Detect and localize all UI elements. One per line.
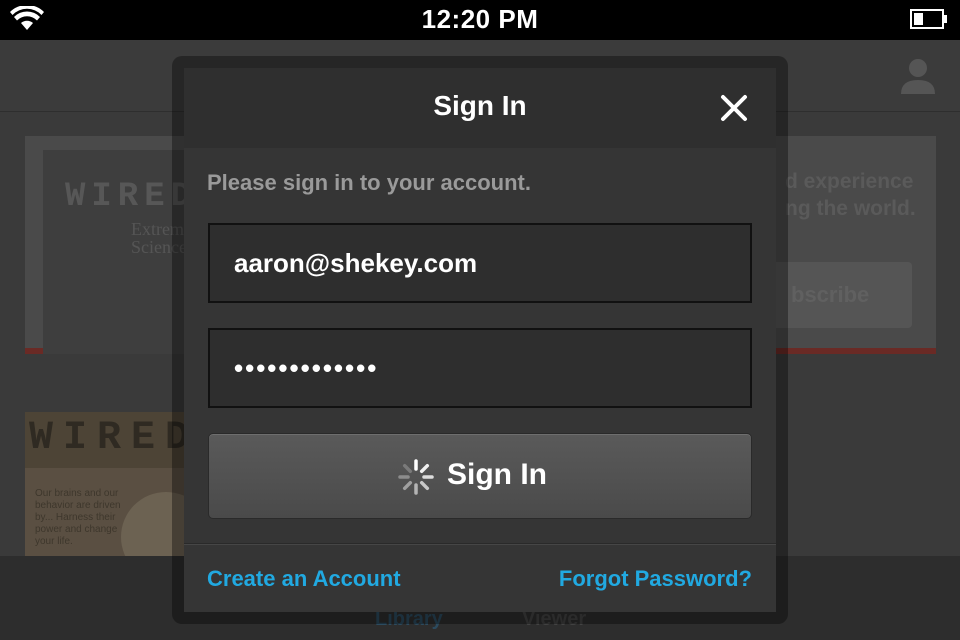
modal-title: Sign In: [433, 90, 527, 121]
status-bar: 12:20 PM: [0, 0, 960, 40]
divider: [184, 544, 776, 545]
loading-spinner-icon: [398, 459, 434, 495]
sign-in-modal: Sign In Please sign in to your account. …: [184, 68, 776, 612]
password-field[interactable]: •••••••••••••: [208, 328, 752, 408]
email-field[interactable]: aaron@shekey.com: [208, 223, 752, 303]
subscribe-button[interactable]: bscribe: [771, 262, 912, 328]
sign-in-button-label: Sign In: [447, 458, 547, 491]
promo-text: d experience ng the world.: [785, 170, 916, 220]
modal-header: Sign In: [184, 68, 776, 148]
cover-blurb: Our brains and our behavior are driven b…: [35, 488, 121, 547]
status-time: 12:20 PM: [421, 4, 539, 34]
create-account-link[interactable]: Create an Account: [207, 566, 401, 592]
account-icon[interactable]: [898, 56, 938, 96]
cover-logo: WIRED: [29, 416, 190, 461]
battery-icon: [910, 9, 947, 29]
forgot-password-link[interactable]: Forgot Password?: [559, 566, 752, 592]
sign-in-button[interactable]: Sign In: [208, 433, 752, 519]
close-icon[interactable]: [718, 92, 750, 124]
sign-in-prompt: Please sign in to your account.: [207, 170, 531, 195]
